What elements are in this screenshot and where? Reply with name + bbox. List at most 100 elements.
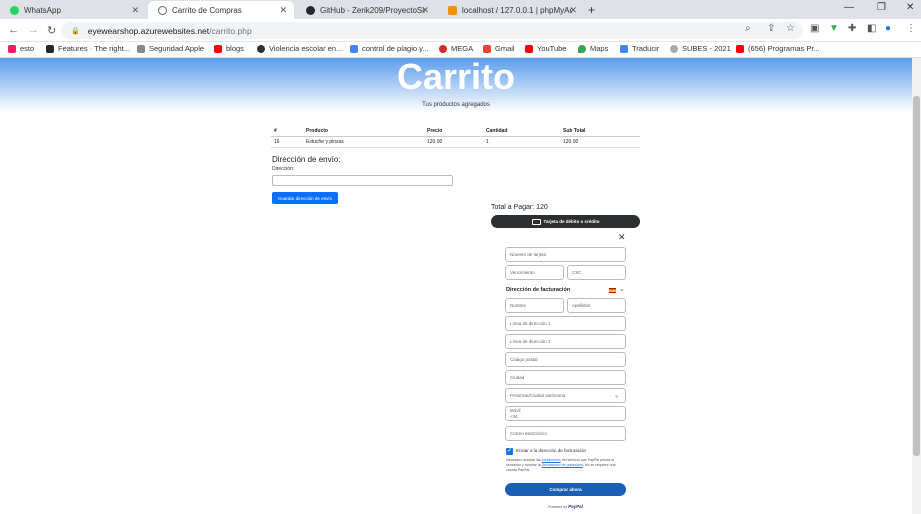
paypal-logo: PayPal bbox=[568, 504, 583, 509]
url-field[interactable]: 🔒 eyewearshop.azurewebsites.net/carrito.… bbox=[61, 22, 803, 39]
puzzle-icon[interactable]: ✚ bbox=[848, 23, 856, 34]
cell-subtotal: 120.00 bbox=[560, 136, 640, 148]
mega-icon bbox=[439, 44, 447, 53]
billing-title: Dirección de facturación bbox=[506, 287, 571, 293]
page-content: Carrito Tus productos agregados # Produc… bbox=[0, 58, 912, 514]
cell-id: 16 bbox=[271, 136, 303, 148]
bookmark-gmail[interactable]: Gmail bbox=[483, 44, 515, 53]
extension-icon[interactable]: ▣ bbox=[810, 23, 819, 34]
close-tab-icon[interactable]: ✕ bbox=[569, 5, 577, 16]
download-extension-icon[interactable]: ▼ bbox=[829, 23, 839, 34]
subes-icon bbox=[670, 44, 678, 53]
apple-icon bbox=[137, 44, 145, 53]
save-address-button[interactable]: Guardar dirección de envío bbox=[272, 192, 338, 204]
gmail-icon bbox=[483, 44, 491, 53]
pen-icon bbox=[350, 44, 358, 53]
bookmark-plagio[interactable]: control de plagio y... bbox=[350, 44, 429, 53]
privacy-link[interactable]: Declaración de privacidad bbox=[542, 463, 583, 467]
address-label: Dirección: bbox=[272, 166, 295, 172]
reload-icon[interactable]: ↻ bbox=[47, 24, 56, 37]
sidebar-icon[interactable]: ◧ bbox=[867, 23, 876, 34]
address-line1-field[interactable]: Línea de dirección 1 bbox=[505, 316, 626, 331]
lock-icon: 🔒 bbox=[71, 27, 80, 35]
column-header: Producto bbox=[303, 126, 424, 137]
city-field[interactable]: Ciudad bbox=[505, 370, 626, 385]
address-line2-field[interactable]: Línea de dirección 2 bbox=[505, 334, 626, 349]
csc-field[interactable]: CSC bbox=[567, 265, 626, 280]
ship-same-checkbox[interactable]: ✓ bbox=[506, 448, 513, 455]
scrollbar[interactable] bbox=[912, 58, 921, 514]
legal-text: Necesario aceptar las condiciones del se… bbox=[506, 458, 616, 472]
new-tab-button[interactable]: + bbox=[588, 3, 595, 17]
bookmark-traducir[interactable]: Traducir bbox=[620, 44, 659, 53]
search-icon[interactable]: ⌕ bbox=[745, 23, 751, 34]
first-name-field[interactable]: Nombre bbox=[505, 298, 564, 313]
maps-icon bbox=[578, 44, 586, 53]
close-tab-icon[interactable]: ✕ bbox=[131, 5, 139, 16]
buy-now-button[interactable]: Comprar ahora bbox=[505, 483, 626, 496]
bookmark-subes[interactable]: SUBES - 2021 bbox=[670, 44, 731, 53]
bookmark-seguridad-apple[interactable]: Seguridad Apple bbox=[137, 44, 204, 53]
cart-table: # Producto Precio Cantidad Sub Total 16 … bbox=[271, 126, 640, 148]
close-tab-icon[interactable]: ✕ bbox=[421, 5, 429, 16]
card-number-field[interactable]: Número de tarjeta bbox=[505, 247, 626, 262]
chevron-down-icon: ⌄ bbox=[614, 393, 620, 399]
forward-icon[interactable]: → bbox=[28, 24, 39, 36]
mobile-prefix: +34 bbox=[510, 413, 518, 419]
bookmark-esto[interactable]: esto bbox=[8, 44, 34, 53]
expiry-field[interactable]: Vencimiento bbox=[505, 265, 564, 280]
maximize-icon[interactable]: ❐ bbox=[877, 2, 886, 13]
bookmark-mega[interactable]: MEGA bbox=[439, 44, 473, 53]
star-icon[interactable]: ☆ bbox=[786, 23, 795, 34]
tab-whatsapp[interactable]: WhatsApp ✕ bbox=[0, 1, 146, 19]
cell-price: 120.00 bbox=[424, 136, 483, 148]
tab-carrito[interactable]: Carrito de Compras ✕ bbox=[148, 1, 294, 19]
close-icon[interactable]: ✕ bbox=[618, 232, 626, 243]
scrollbar-thumb[interactable] bbox=[913, 96, 920, 456]
bookmark-programas[interactable]: (656) Programas Pr... bbox=[736, 44, 820, 53]
mobile-field[interactable]: Móvil +34 bbox=[505, 406, 626, 421]
address-input[interactable] bbox=[272, 175, 453, 186]
github-icon bbox=[306, 5, 315, 15]
bookmark-violencia[interactable]: Violencia escolar en... bbox=[257, 44, 342, 53]
table-row: 16 Estuche y pinzas 120.00 1 120.00 bbox=[271, 136, 640, 148]
bookmark-maps[interactable]: Maps bbox=[578, 44, 608, 53]
credit-card-icon bbox=[531, 218, 541, 225]
bookmark-youtube[interactable]: YouTube bbox=[525, 44, 566, 53]
bookmark-github-features[interactable]: Features · The right... bbox=[46, 44, 130, 53]
province-select[interactable]: Provincia/Ciudad autónoma bbox=[505, 388, 626, 403]
shipping-title: Dirección de envío: bbox=[272, 155, 341, 164]
powered-by-paypal: Powered by PayPal bbox=[548, 504, 583, 509]
close-tab-icon[interactable]: ✕ bbox=[279, 5, 287, 16]
bookmark-blogs[interactable]: blogs bbox=[214, 44, 244, 53]
terms-link[interactable]: condiciones bbox=[542, 458, 561, 462]
postal-code-field[interactable]: Código postal bbox=[505, 352, 626, 367]
back-icon[interactable]: ← bbox=[8, 24, 19, 36]
cell-quantity: 1 bbox=[483, 136, 560, 148]
email-field[interactable]: Correo electrónico bbox=[505, 426, 626, 441]
minimize-icon[interactable]: — bbox=[844, 2, 854, 13]
total-label: Total a Pagar: 120 bbox=[491, 204, 548, 211]
column-header: Precio bbox=[424, 126, 483, 137]
card-payment-button[interactable]: Tarjeta de débito o crédito bbox=[491, 215, 640, 228]
menu-icon[interactable]: ⋮ bbox=[906, 23, 916, 34]
translate-icon bbox=[620, 44, 628, 53]
youtube-icon bbox=[736, 44, 744, 53]
avatar[interactable]: ● bbox=[885, 23, 891, 34]
page-subtitle: Tus productos agregados bbox=[422, 102, 490, 108]
ship-same-label: Enviar a la dirección de facturación bbox=[516, 448, 587, 453]
tab-phpmyadmin[interactable]: localhost / 127.0.0.1 | phpMyAdm ✕ bbox=[438, 1, 584, 19]
bookmarks-bar: esto Features · The right... Seguridad A… bbox=[0, 42, 921, 58]
last-name-field[interactable]: Apellidos bbox=[567, 298, 626, 313]
tab-strip: WhatsApp ✕ Carrito de Compras ✕ GitHub -… bbox=[0, 0, 921, 19]
cell-product: Estuche y pinzas bbox=[303, 136, 424, 148]
chevron-down-icon[interactable]: ⌄ bbox=[619, 285, 625, 293]
column-header: Sub Total bbox=[560, 126, 640, 137]
globe-icon bbox=[257, 44, 265, 53]
share-icon[interactable]: ⇪ bbox=[767, 23, 775, 34]
tab-github[interactable]: GitHub - Zerik209/ProyectoSisDi ✕ bbox=[296, 1, 436, 19]
github-icon bbox=[46, 44, 54, 53]
whatsapp-icon bbox=[10, 5, 19, 15]
column-header: Cantidad bbox=[483, 126, 560, 137]
close-window-icon[interactable]: ✕ bbox=[906, 2, 914, 13]
